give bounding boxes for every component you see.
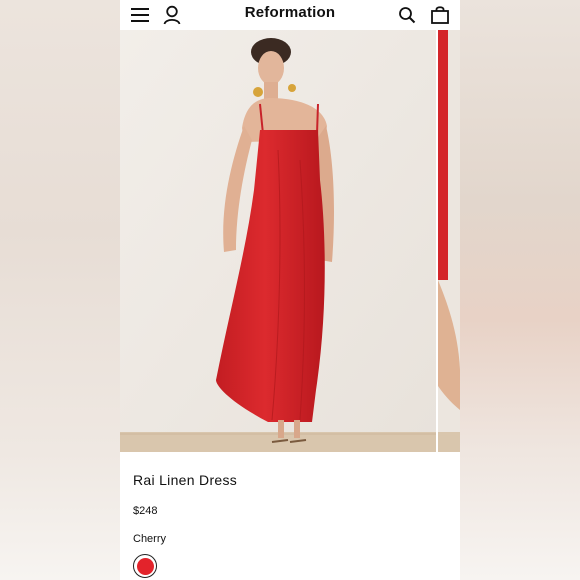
color-name-label: Cherry bbox=[133, 533, 167, 545]
swatch-fill bbox=[136, 557, 154, 575]
product-title: Rai Linen Dress bbox=[133, 472, 238, 488]
product-page: Reformation Rai Linen Dress $248 Cherry bbox=[120, 0, 460, 580]
product-image-main[interactable] bbox=[120, 30, 436, 452]
background-blur-right bbox=[460, 0, 580, 580]
color-swatch-cherry[interactable] bbox=[133, 554, 157, 578]
product-photo bbox=[120, 30, 436, 452]
top-navigation-bar: Reformation bbox=[120, 0, 460, 30]
shopping-bag-button[interactable] bbox=[428, 3, 452, 27]
background-blur-left bbox=[0, 0, 120, 580]
search-icon bbox=[399, 7, 416, 24]
product-price: $248 bbox=[133, 505, 158, 517]
product-image-carousel[interactable] bbox=[120, 30, 460, 452]
search-button[interactable] bbox=[395, 3, 419, 27]
bag-icon bbox=[431, 6, 449, 24]
product-photo-partial bbox=[438, 30, 460, 452]
product-image-next[interactable] bbox=[438, 30, 460, 452]
